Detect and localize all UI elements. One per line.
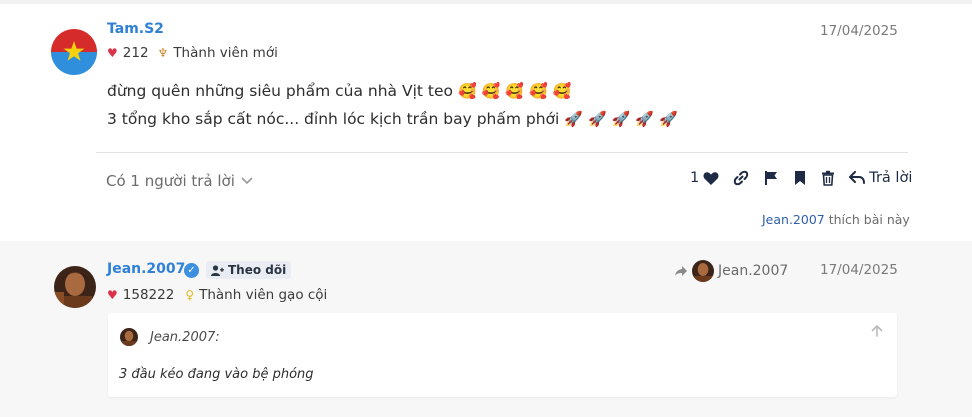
avatar-tam[interactable] [51, 29, 97, 75]
replies-label: Có 1 người trả lời [106, 172, 235, 190]
reply-arrow-icon [849, 171, 866, 184]
post-line-1-text: đừng quên những siêu phẩm của nhà Vịt te… [107, 82, 453, 100]
rocket-emoji: 🚀 [659, 110, 678, 128]
liked-by-suffix: thích bài này [828, 212, 910, 227]
sprout-icon: ♆ [157, 46, 169, 60]
arrow-up-glyph [871, 325, 883, 337]
avatar-jean[interactable] [54, 266, 96, 308]
smiling-hearts-emoji: 🥰 [529, 82, 548, 100]
follow-label: Theo dõi [228, 263, 287, 277]
repost-avatar [692, 260, 714, 282]
post-line-2: 3 tổng kho sắp cất nóc... đỉnh lóc kịch … [107, 105, 678, 133]
member-meta: ♥ 158222 ♀ Thành viên gạo cội [107, 287, 327, 303]
smiling-hearts-emoji: 🥰 [481, 82, 501, 100]
heart-icon [703, 171, 719, 185]
post-date[interactable]: 17/04/2025 [820, 23, 898, 39]
share-arrow-icon [675, 266, 687, 276]
rocket-emoji: 🚀 [611, 110, 631, 128]
vietnam-flag-avatar-icon [51, 29, 97, 75]
user-plus-icon [211, 264, 224, 276]
like-button[interactable]: 1 [690, 170, 719, 186]
post-body: đừng quên những siêu phẩm của nhà Vịt te… [107, 77, 678, 133]
username-tam[interactable]: Tam.S2 [107, 21, 164, 37]
post-tam: Tam.S2 ♥ 212 ♆ Thành viên mới 17/04/2025… [0, 0, 972, 241]
likes-received-count: 158222 [122, 287, 175, 303]
post-date[interactable]: 17/04/2025 [820, 262, 898, 278]
rocket-emoji: 🚀 [588, 110, 607, 128]
follow-button[interactable]: Theo dõi [206, 261, 292, 279]
post-jean: Jean.2007 ✓ Theo dõi ♥ 158222 ♀ Thành vi… [0, 241, 972, 417]
member-meta: ♥ 212 ♆ Thành viên mới [107, 45, 278, 61]
smiling-hearts-emoji: 🥰 [505, 82, 525, 100]
flag-icon [765, 171, 778, 185]
member-rank: Thành viên gạo cội [199, 287, 328, 303]
bookmark-icon [795, 171, 806, 185]
user-photo-avatar-icon [54, 266, 96, 308]
smiling-hearts-emoji: 🥰 [457, 82, 477, 100]
rocket-emoji: 🚀 [635, 110, 655, 128]
post-actions: 1 Trả lời [690, 170, 912, 186]
heart-icon: ♥ [107, 46, 118, 60]
heart-icon: ♥ [107, 288, 118, 302]
reposted-from-user: Jean.2007 [718, 263, 789, 279]
chevron-down-icon [241, 177, 253, 185]
user-photo-avatar-icon [692, 260, 714, 282]
smiling-hearts-emoji: 🥰 [552, 82, 572, 100]
reply-label: Trả lời [869, 170, 913, 186]
user-photo-avatar-icon [120, 328, 138, 346]
quote-author: Jean.2007: [150, 330, 220, 345]
quote-text: 3 đầu kéo đang vào bệ phóng [119, 367, 314, 382]
delete-button[interactable] [821, 170, 835, 186]
post-line-2-text: 3 tổng kho sắp cất nóc... đỉnh lóc kịch … [107, 110, 560, 128]
likes-received-count: 212 [122, 45, 149, 61]
quote-avatar [120, 328, 138, 346]
link-icon [734, 170, 749, 186]
bookmark-button[interactable] [793, 170, 807, 186]
liked-by-line: Jean.2007 thích bài này [762, 212, 910, 227]
replies-toggle[interactable]: Có 1 người trả lời [106, 172, 253, 190]
medal-icon: ♀ [185, 288, 195, 302]
like-count: 1 [690, 170, 700, 186]
post-divider [96, 152, 908, 153]
rocket-emoji: 🚀 [564, 110, 584, 128]
post-line-1: đừng quên những siêu phẩm của nhà Vịt te… [107, 77, 678, 105]
arrow-up-icon[interactable] [871, 325, 883, 341]
reply-button[interactable]: Trả lời [849, 170, 912, 186]
verified-check-icon: ✓ [184, 263, 199, 278]
report-button[interactable] [763, 170, 779, 186]
trash-icon [822, 170, 835, 186]
link-button[interactable] [733, 170, 749, 186]
quote-block[interactable]: Jean.2007: 3 đầu kéo đang vào bệ phóng [108, 313, 897, 397]
member-rank: Thành viên mới [173, 45, 278, 61]
liked-by-user[interactable]: Jean.2007 [762, 212, 825, 227]
username-jean[interactable]: Jean.2007 [107, 261, 185, 277]
reposted-from[interactable]: Jean.2007 [674, 260, 788, 282]
